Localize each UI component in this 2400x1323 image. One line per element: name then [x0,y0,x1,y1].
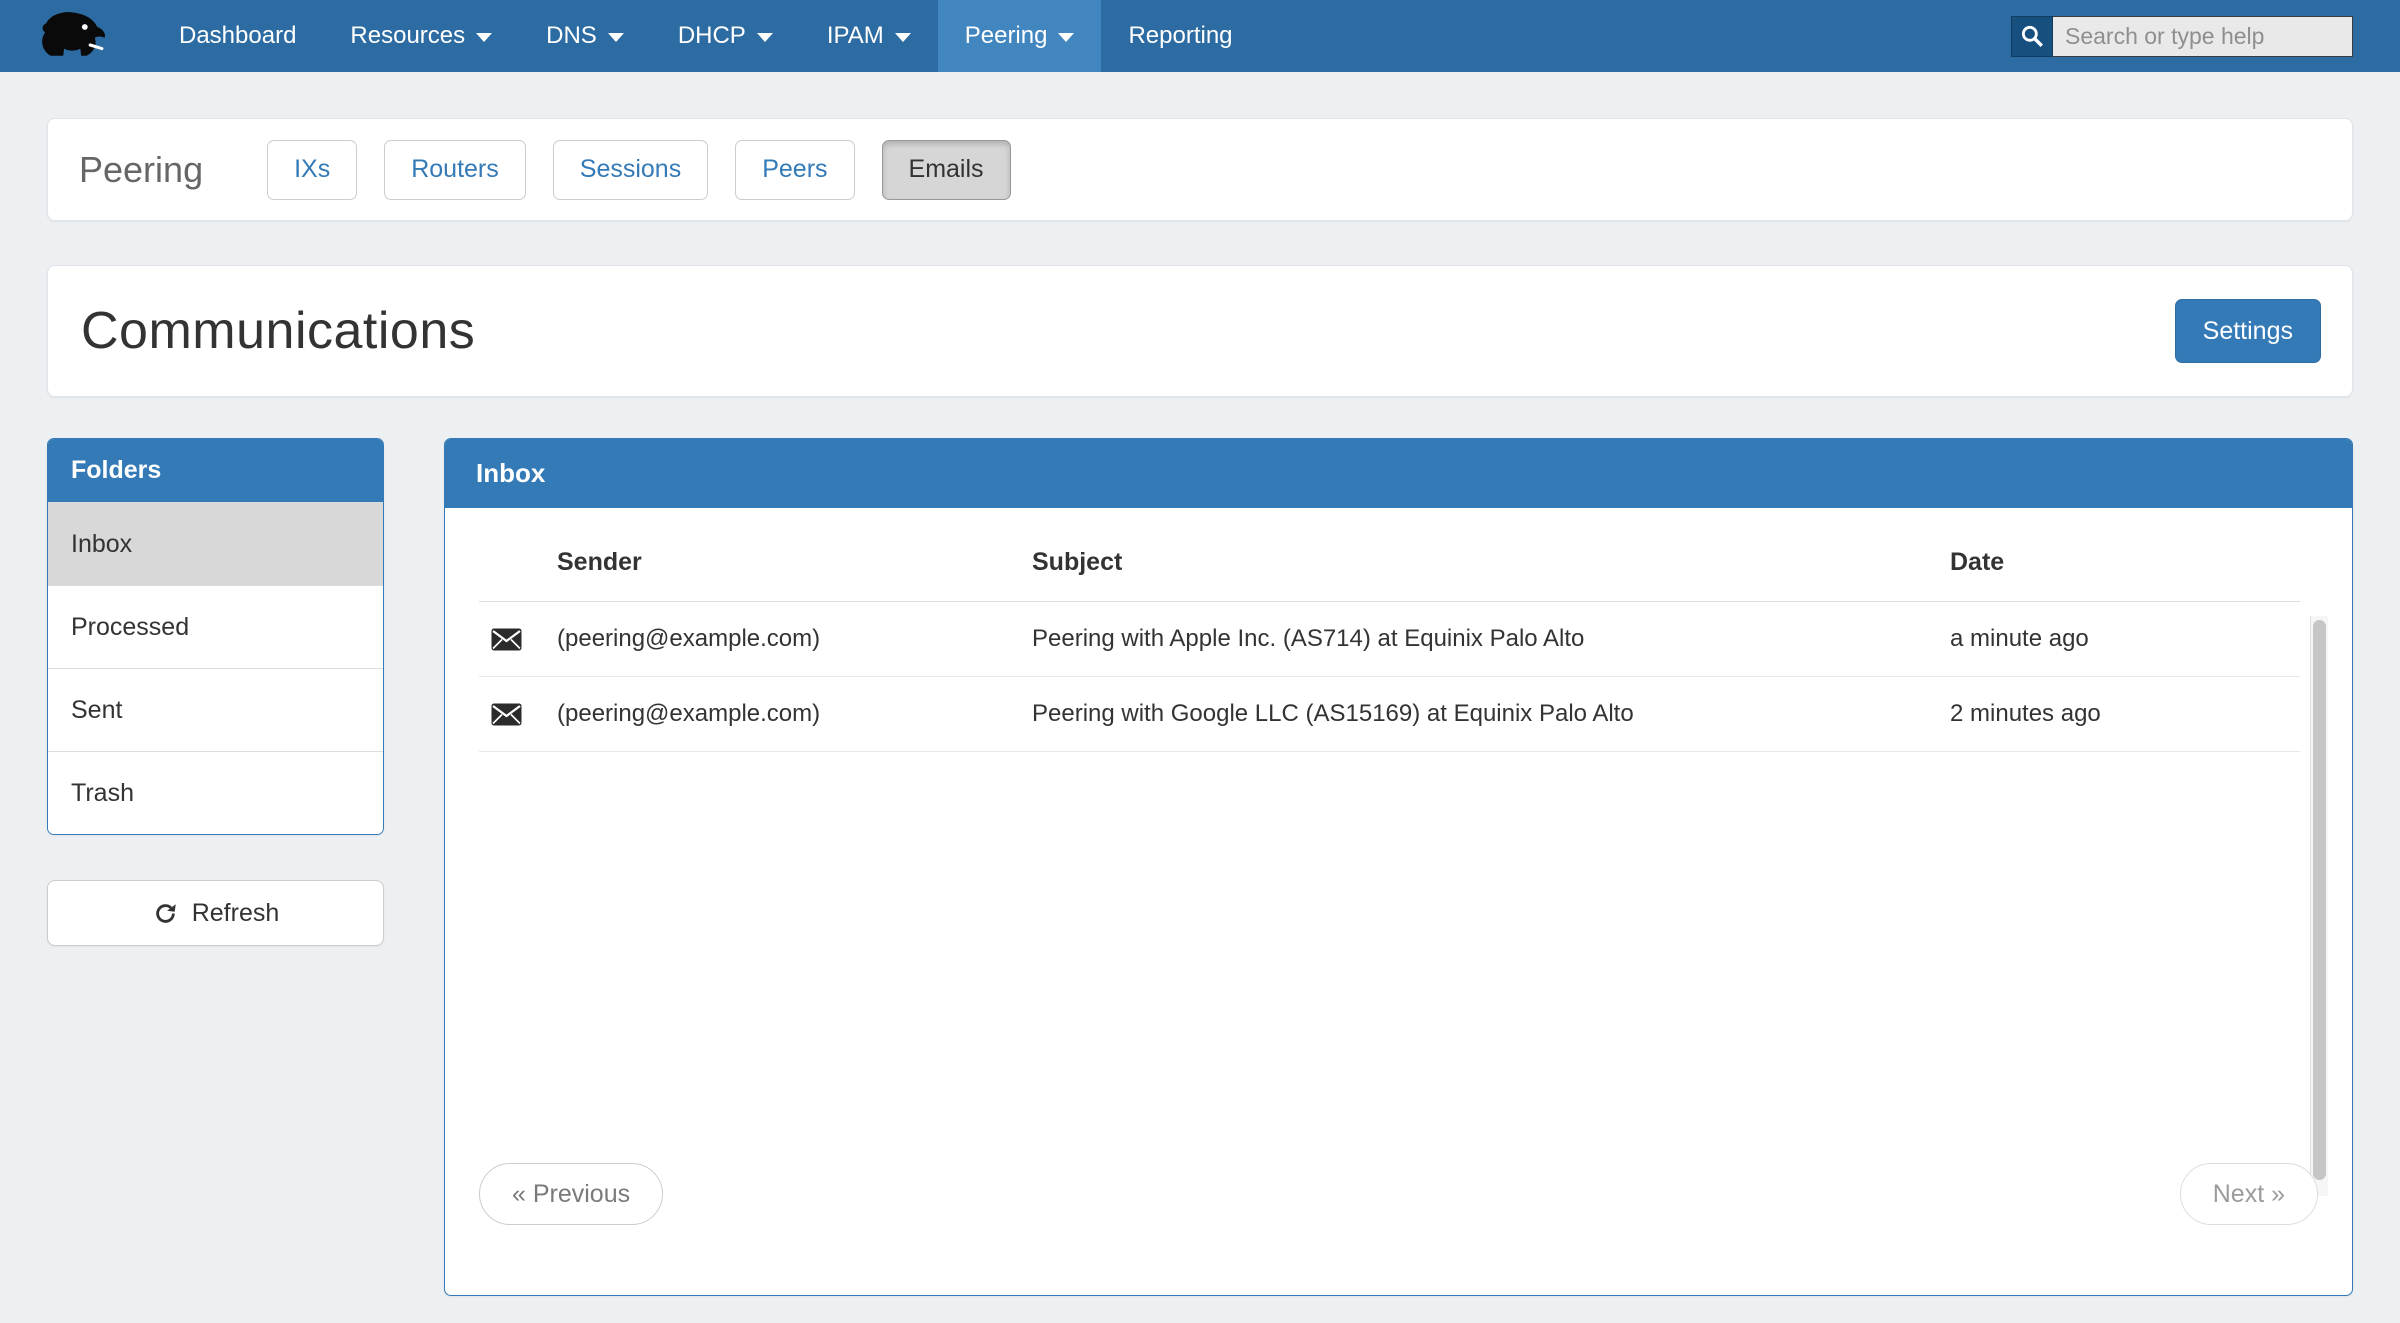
mail-date: 2 minutes ago [1950,700,2300,728]
caret-down-icon [476,33,492,42]
settings-label: Settings [2203,317,2293,346]
inbox-body: Sender Subject Date (peering@example.com… [445,508,2352,1296]
folder-label: Sent [71,696,122,725]
nav-item-dns[interactable]: DNS [519,0,651,72]
folder-item-inbox[interactable]: Inbox [48,502,383,585]
mail-sender: (peering@example.com) [557,625,1032,653]
top-navbar: Dashboard Resources DNS DHCP IPAM Peerin… [0,0,2400,72]
settings-button[interactable]: Settings [2175,299,2321,363]
nav-label: Peering [965,22,1048,50]
folders-panel-title: Folders [48,439,383,502]
nav-label: DHCP [678,22,746,50]
inbox-panel-title: Inbox [445,439,2352,508]
search-icon[interactable] [2011,16,2053,57]
nav-label: IPAM [827,22,884,50]
mail-subject: Peering with Google LLC (AS15169) at Equ… [1032,700,1950,728]
tab-label: Sessions [580,155,681,184]
mail-subject: Peering with Apple Inc. (AS714) at Equin… [1032,625,1950,653]
folder-label: Inbox [71,530,132,559]
inbox-panel: Inbox Sender Subject Date (peering@examp… [444,438,2353,1296]
mail-sender: (peering@example.com) [557,700,1032,728]
refresh-icon [152,900,179,927]
table-scrollbar[interactable] [2310,616,2328,1196]
caret-down-icon [757,33,773,42]
communications-header: Communications Settings [47,265,2353,397]
caret-down-icon [895,33,911,42]
folder-label: Trash [71,779,134,808]
search-input[interactable] [2053,16,2353,57]
app-logo[interactable] [38,0,110,72]
nav-item-resources[interactable]: Resources [323,0,519,72]
caret-down-icon [1058,33,1074,42]
tab-ixs[interactable]: IXs [267,140,357,200]
page-title: Communications [81,301,475,361]
table-row[interactable]: (peering@example.com) Peering with Googl… [479,677,2300,752]
main-nav: Dashboard Resources DNS DHCP IPAM Peerin… [152,0,1260,72]
tab-label: Emails [909,155,984,184]
tab-peers[interactable]: Peers [735,140,854,200]
refresh-button[interactable]: Refresh [47,880,384,946]
folder-label: Processed [71,613,189,642]
peering-subnav: Peering IXs Routers Sessions Peers Email… [47,118,2353,221]
global-search [2011,0,2353,72]
nav-label: Reporting [1128,22,1232,50]
mail-table-header: Sender Subject Date [479,548,2300,602]
column-header-date[interactable]: Date [1950,548,2300,577]
tab-label: IXs [294,155,330,184]
next-page-button[interactable]: Next » [2180,1163,2318,1225]
tab-sessions[interactable]: Sessions [553,140,708,200]
refresh-label: Refresh [192,899,280,928]
envelope-icon [491,703,557,726]
nav-item-reporting[interactable]: Reporting [1101,0,1259,72]
mail-date: a minute ago [1950,625,2300,653]
folder-item-trash[interactable]: Trash [48,751,383,834]
nav-item-dhcp[interactable]: DHCP [651,0,800,72]
tab-emails[interactable]: Emails [882,140,1011,200]
next-label: Next » [2213,1180,2285,1209]
nav-item-ipam[interactable]: IPAM [800,0,938,72]
scrollbar-thumb[interactable] [2313,620,2326,1180]
subnav-title: Peering [79,149,203,191]
table-row[interactable]: (peering@example.com) Peering with Apple… [479,602,2300,677]
nav-item-peering[interactable]: Peering [938,0,1102,72]
column-header-sender[interactable]: Sender [557,548,1032,577]
tab-label: Peers [762,155,827,184]
tab-label: Routers [411,155,499,184]
column-header-subject[interactable]: Subject [1032,548,1950,577]
envelope-icon [491,628,557,651]
nav-item-dashboard[interactable]: Dashboard [152,0,323,72]
nav-label: Dashboard [179,22,296,50]
mammoth-logo-icon [38,8,110,64]
tab-routers[interactable]: Routers [384,140,526,200]
folder-item-processed[interactable]: Processed [48,585,383,668]
nav-label: DNS [546,22,597,50]
folder-item-sent[interactable]: Sent [48,668,383,751]
previous-label: « Previous [512,1180,630,1209]
nav-label: Resources [350,22,465,50]
previous-page-button[interactable]: « Previous [479,1163,663,1225]
folders-panel: Folders Inbox Processed Sent Trash [47,438,384,835]
caret-down-icon [608,33,624,42]
